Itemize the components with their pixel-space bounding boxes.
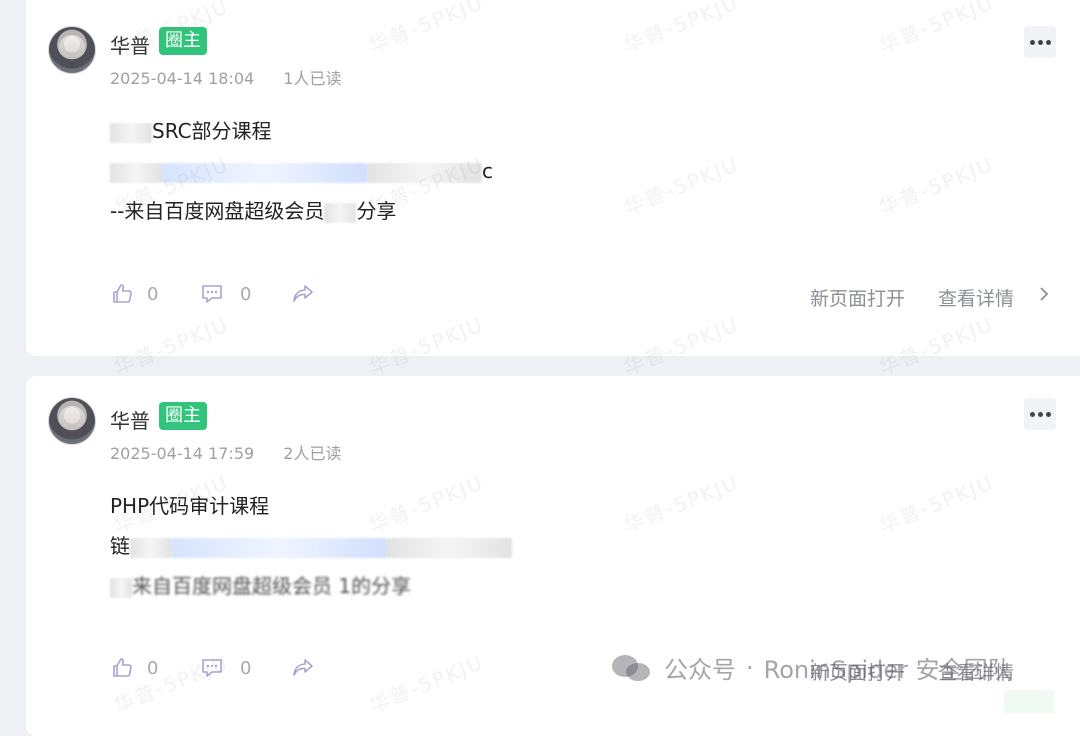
post-content: SRC部分课程 c --来自百度网盘超级会员 分享	[110, 111, 493, 231]
dot-icon	[1030, 40, 1035, 45]
post-title-line: PHP代码审计课程	[110, 486, 512, 526]
share-icon[interactable]	[291, 282, 315, 306]
source-text: --来自百度网盘超级会员	[110, 199, 325, 223]
post-title: SRC部分课程	[152, 119, 272, 143]
avatar[interactable]	[48, 26, 96, 74]
share-icon[interactable]	[291, 656, 315, 680]
wechat-watermark: 公众号 · RoninSpider 安全团队	[612, 650, 1012, 685]
author-name[interactable]: 华普	[110, 405, 150, 434]
blurred-text	[324, 202, 357, 223]
owner-badge: 圈主	[159, 27, 207, 55]
open-new-page-link[interactable]: 新页面打开	[810, 284, 905, 311]
wechat-logo-icon	[612, 653, 654, 683]
chevron-right-icon[interactable]	[1036, 284, 1052, 304]
blurred-link[interactable]	[162, 162, 367, 183]
blurred-text	[367, 162, 482, 183]
post-card: 华普 圈主 2025-04-14 18:04 1人已读 SRC部分课程 c --…	[26, 0, 1080, 356]
post-date: 2025-04-14 18:04	[110, 69, 255, 88]
more-options-button[interactable]	[1024, 26, 1056, 58]
source-text: 来自百度网盘超级会员 1的分享	[132, 574, 412, 598]
dot-icon	[1030, 412, 1035, 417]
comment-count: 0	[240, 284, 252, 305]
like-count: 0	[147, 284, 159, 305]
source-line: 来自百度网盘超级会员 1的分享	[110, 566, 512, 606]
source-line: --来自百度网盘超级会员 分享	[110, 191, 493, 231]
blurred-text	[110, 162, 162, 183]
thumb-up-icon[interactable]	[110, 656, 134, 680]
link-line: c	[110, 151, 493, 191]
comment-icon[interactable]	[200, 282, 224, 306]
blurred-link[interactable]	[172, 537, 387, 558]
wechat-brand: 公众号	[664, 656, 736, 684]
link-line: 链	[110, 526, 512, 566]
blurred-text	[130, 537, 172, 558]
blurred-text	[387, 537, 512, 558]
link-line-start: 链	[110, 534, 130, 558]
separator: ·	[746, 653, 754, 682]
dot-icon	[1046, 412, 1051, 417]
blurred-text	[110, 577, 132, 598]
post-meta: 2025-04-14 17:59 2人已读	[110, 440, 341, 464]
link-line-tail: c	[482, 159, 493, 183]
post-content: PHP代码审计课程 链 来自百度网盘超级会员 1的分享	[110, 486, 512, 606]
view-details-link[interactable]: 查看详情	[938, 284, 1014, 311]
avatar[interactable]	[48, 397, 96, 445]
post-title-line: SRC部分课程	[110, 111, 493, 151]
comment-count: 0	[240, 658, 252, 679]
like-count: 0	[147, 658, 159, 679]
post-title: PHP代码审计课程	[110, 494, 270, 518]
comment-icon[interactable]	[200, 656, 224, 680]
blurred-text	[110, 122, 152, 143]
author-name[interactable]: 华普	[110, 30, 150, 59]
thumb-up-icon[interactable]	[110, 282, 134, 306]
dot-icon	[1046, 40, 1051, 45]
team-name: RoninSpider 安全团队	[763, 656, 1012, 684]
share-text: 分享	[356, 199, 397, 223]
dot-icon	[1038, 40, 1043, 45]
read-count: 1人已读	[283, 69, 342, 88]
corner-fragment	[1004, 690, 1054, 713]
post-actions: 0 0 新页面打开 查看详情	[110, 282, 1070, 316]
more-options-button[interactable]	[1024, 398, 1056, 430]
read-count: 2人已读	[283, 444, 342, 463]
owner-badge: 圈主	[159, 402, 207, 430]
dot-icon	[1038, 412, 1043, 417]
post-meta: 2025-04-14 18:04 1人已读	[110, 65, 341, 89]
post-date: 2025-04-14 17:59	[110, 444, 255, 463]
